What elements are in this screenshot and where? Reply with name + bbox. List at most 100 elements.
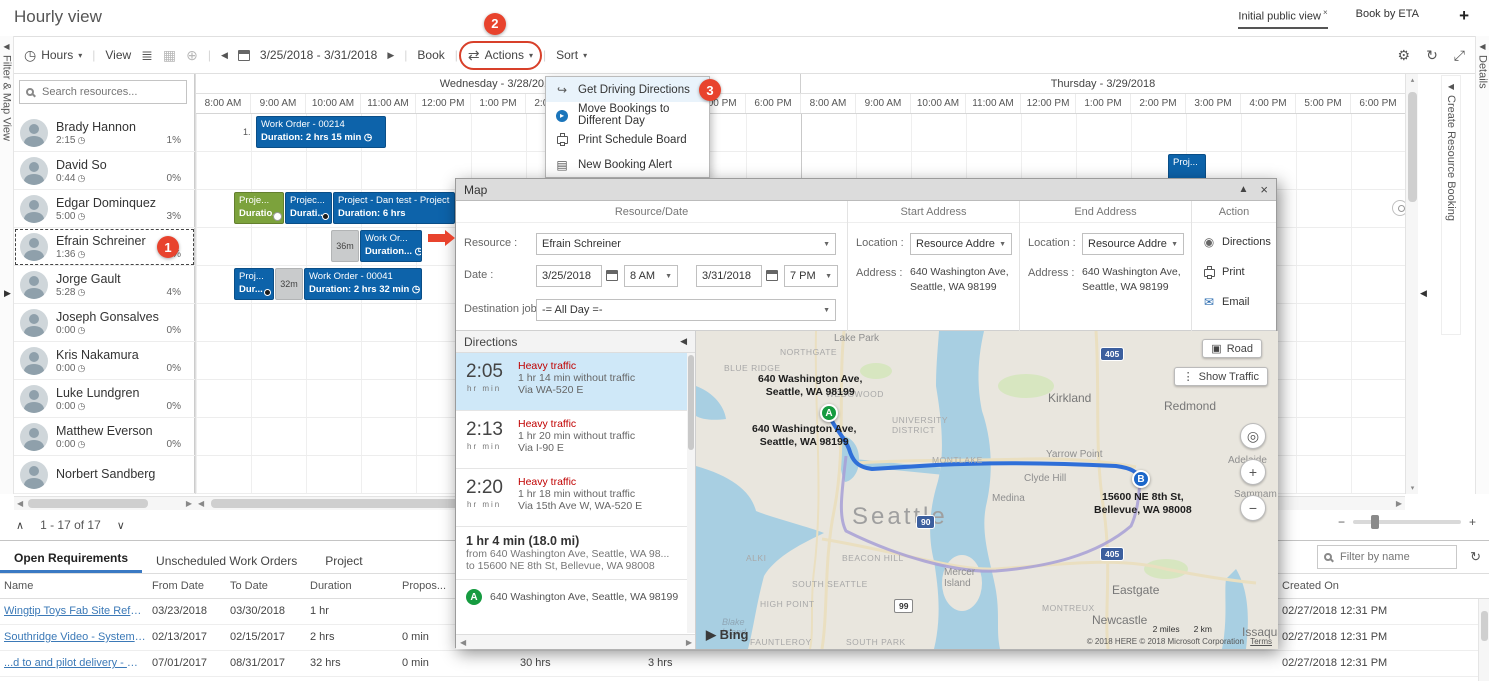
resource-row[interactable]: Efrain Schreiner1:36◷1%1 [14, 228, 195, 266]
menu-item-new-booking-alert[interactable]: ▤New Booking Alert [546, 152, 709, 177]
route-option[interactable]: 2:20hr minHeavy traffic1 hr 18 min witho… [456, 469, 695, 527]
column-header-duration[interactable]: Duration [310, 580, 352, 592]
zoom-out-icon[interactable]: − [1338, 515, 1345, 529]
map-style-button[interactable]: ▣ Road [1202, 339, 1262, 358]
filter-by-name-input[interactable] [1338, 550, 1450, 564]
grid-view-icon[interactable]: ▦ [163, 47, 176, 64]
close-tab-icon[interactable]: × [1323, 8, 1328, 17]
menu-item-get-driving-directions[interactable]: ↪Get Driving Directions3 [546, 77, 709, 102]
filter-map-rail[interactable]: ◀ Filter & Map View [0, 36, 14, 494]
sort-dropdown[interactable]: Sort ▾ [556, 48, 587, 62]
dialog-titlebar[interactable]: Map ▲ × [456, 179, 1276, 201]
locate-me-button[interactable]: ◎ [1240, 423, 1266, 449]
collapse-dialog-icon[interactable]: ▲ [1239, 184, 1249, 195]
menu-item-move-bookings-to-different-day[interactable]: ▸Move Bookings to Different Day [546, 102, 709, 127]
requirement-name-link[interactable]: Southridge Video - System Upgrade [4, 631, 146, 643]
fullscreen-icon[interactable]: ⤢ [1454, 47, 1465, 64]
destination-job-select[interactable]: -= All Day =-▼ [536, 299, 836, 321]
resource-row[interactable]: Luke Lundgren0:00◷0% [14, 380, 195, 418]
column-header-from-date[interactable]: From Date [152, 580, 204, 592]
zoom-out-button[interactable]: − [1240, 495, 1266, 521]
collapse-directions-icon[interactable]: ◀ [680, 336, 687, 347]
zoom-in-button[interactable]: + [1240, 459, 1266, 485]
map-view-icon[interactable]: ⊕ [186, 47, 198, 64]
column-header-to-date[interactable]: To Date [230, 580, 268, 592]
resource-row[interactable]: Joseph Gonsalves0:00◷0% [14, 304, 195, 342]
refresh-icon[interactable]: ↻ [1470, 549, 1481, 565]
scrollbar-thumb[interactable] [688, 355, 694, 450]
end-location-select[interactable]: Resource Address▼ [1082, 233, 1184, 255]
action-email-button[interactable]: ✉Email [1202, 291, 1274, 313]
settings-gear-icon[interactable]: ⚙ [1398, 47, 1411, 64]
calendar-icon[interactable] [238, 50, 250, 61]
column-header-propos[interactable]: Propos... [402, 580, 446, 592]
filter-box[interactable] [1317, 545, 1457, 569]
booking-block[interactable]: Projec...Durati... [285, 192, 332, 224]
prev-week-icon[interactable]: ◀ [221, 50, 228, 61]
resource-row[interactable]: Jorge Gault5:28◷4% [14, 266, 195, 304]
calendar-icon[interactable] [606, 270, 618, 281]
scroll-down-icon[interactable]: ▾ [1406, 484, 1419, 492]
requirement-name-link[interactable]: Wingtip Toys Fab Site Refurbishm... [4, 605, 146, 617]
date-to-input[interactable]: 3/31/2018 [696, 265, 762, 287]
show-traffic-button[interactable]: ⋮ Show Traffic [1174, 367, 1268, 386]
hours-dropdown[interactable]: ◷ Hours ▾ [24, 47, 82, 64]
route-option[interactable]: 2:13hr minHeavy traffic1 hr 20 min witho… [456, 411, 695, 469]
time-to-select[interactable]: 7 PM▼ [784, 265, 838, 287]
grid-vertical-scrollbar[interactable]: ▴ ▾ [1405, 74, 1418, 494]
requirement-name-link[interactable]: ...d to and pilot delivery - Operati... [4, 657, 146, 669]
map-canvas[interactable]: Lake ParkNORTHGATEBLUE RIDGEWEDGWOODKirk… [696, 331, 1278, 649]
booking-block[interactable]: 32m [275, 268, 303, 300]
resource-search-input[interactable] [40, 85, 180, 99]
collapse-details-icon[interactable]: ◀ [1476, 42, 1489, 51]
booking-block[interactable]: 36m [331, 230, 359, 262]
list-view-icon[interactable]: ≣ [141, 47, 153, 64]
column-header-created-on[interactable]: Created On [1282, 580, 1339, 592]
scrollbar-thumb[interactable] [1408, 92, 1417, 202]
directions-horizontal-scrollbar[interactable]: ◀ ▶ [456, 634, 696, 649]
scrollbar-thumb[interactable] [1481, 611, 1488, 641]
resource-row[interactable]: Kris Nakamura0:00◷0% [14, 342, 195, 380]
action-print-button[interactable]: Print [1202, 261, 1274, 283]
route-start-pin[interactable]: A [820, 404, 838, 422]
start-location-select[interactable]: Resource Address▼ [910, 233, 1012, 255]
expand-right-panel-icon[interactable]: ◀ [1420, 288, 1427, 299]
expand-left-panel-icon[interactable]: ▶ [4, 288, 11, 299]
book-button[interactable]: Book [417, 48, 444, 62]
action-directions-button[interactable]: ◉Directions [1202, 231, 1274, 253]
scroll-left-icon[interactable]: ◀ [460, 638, 466, 647]
route-end-pin[interactable]: B [1132, 470, 1150, 488]
booking-block[interactable]: Proje...Duratio... [234, 192, 284, 224]
menu-item-print-schedule-board[interactable]: Print Schedule Board [546, 127, 709, 152]
create-booking-rail[interactable]: ◀ Create Resource Booking [1441, 75, 1461, 335]
zoom-in-icon[interactable]: + [1469, 515, 1476, 529]
collapse-create-icon[interactable]: ◀ [1442, 82, 1460, 91]
bottom-vertical-scrollbar[interactable] [1478, 599, 1489, 681]
booking-block[interactable]: Project - Dan test - ProjectDuration: 6 … [333, 192, 455, 224]
view-tab-book-by-eta[interactable]: Book by ETA [1356, 8, 1419, 29]
actions-dropdown[interactable]: ⇄ Actions ▾ 2 [468, 47, 533, 64]
terms-link[interactable]: Terms [1250, 637, 1272, 646]
scroll-right-icon[interactable]: ▶ [186, 499, 192, 508]
tab-unscheduled-work-orders[interactable]: Unscheduled Work Orders [142, 546, 311, 573]
next-week-icon[interactable]: ▶ [387, 50, 394, 61]
scroll-left-icon[interactable]: ◀ [17, 499, 23, 508]
scroll-right-icon[interactable]: ▶ [1396, 499, 1402, 508]
resource-row[interactable]: David So0:44◷0% [14, 152, 195, 190]
resource-row[interactable]: Norbert Sandberg [14, 456, 195, 494]
zoom-track[interactable] [1353, 520, 1461, 524]
close-dialog-icon[interactable]: × [1260, 182, 1268, 197]
resource-search[interactable] [19, 80, 187, 104]
column-header-name[interactable]: Name [4, 580, 33, 592]
resource-row[interactable]: Matthew Everson0:00◷0% [14, 418, 195, 456]
scroll-left-icon[interactable]: ◀ [198, 499, 204, 508]
scrollbar-thumb[interactable] [28, 499, 148, 508]
directions-vertical-scrollbar[interactable] [687, 353, 695, 633]
view-tab-initial-public-view[interactable]: Initial public view× [1238, 8, 1327, 29]
date-range[interactable]: 3/25/2018 - 3/31/2018 [260, 48, 377, 62]
scroll-up-icon[interactable]: ▴ [1406, 76, 1419, 84]
add-view-tab-button[interactable]: + [1459, 6, 1469, 26]
calendar-icon[interactable] [766, 270, 778, 281]
booking-block[interactable]: Work Order - 00041Duration: 2 hrs 32 min… [304, 268, 422, 300]
details-rail[interactable]: ◀ Details [1475, 36, 1489, 494]
